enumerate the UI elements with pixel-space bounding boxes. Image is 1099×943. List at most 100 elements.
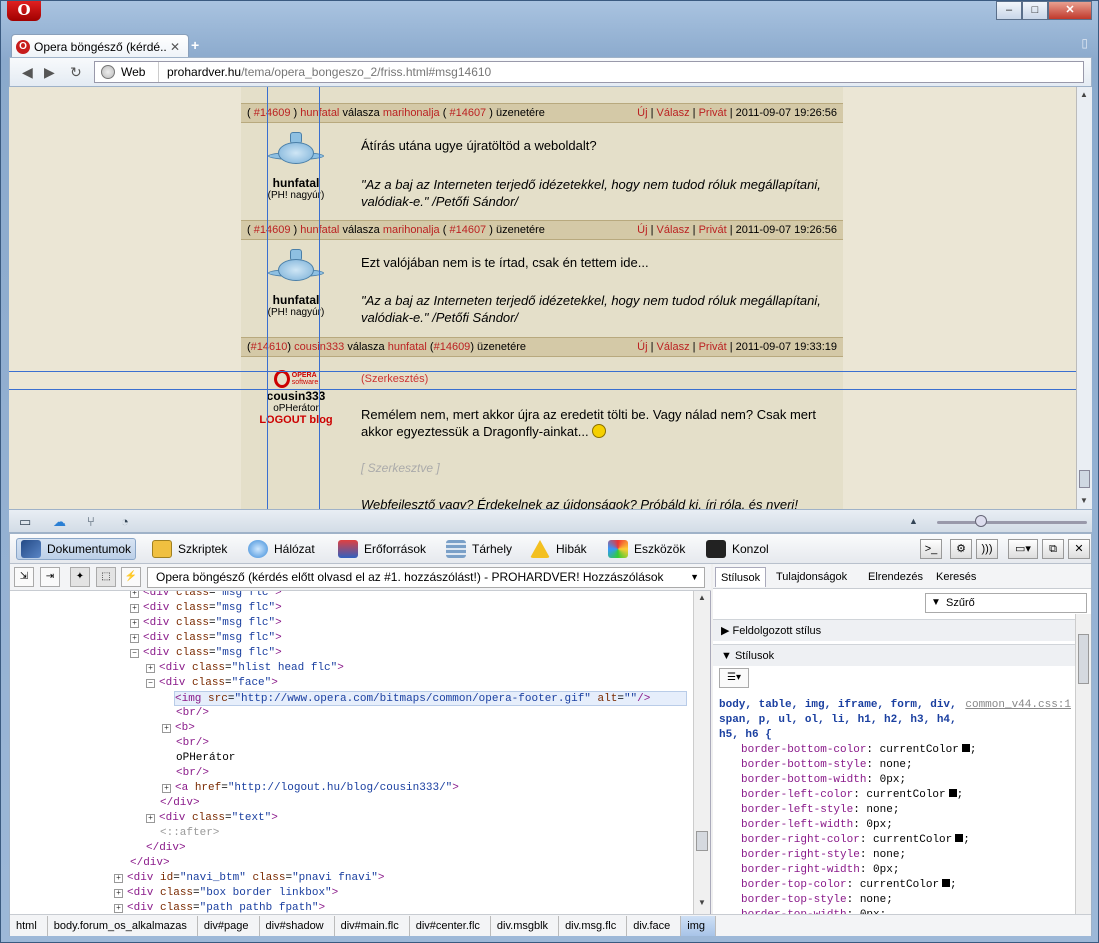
cloud-icon[interactable]: ☁ [53,514,66,530]
tab-properties[interactable]: Tulajdonságok [771,567,852,587]
styles-section[interactable]: ▼ Stílusok [713,644,1075,666]
author-name[interactable]: hunfatal [241,176,351,190]
tab-network[interactable]: Hálózat [244,538,319,560]
tab-utilities[interactable]: Eszközök [604,538,689,560]
minimize-button[interactable]: – [996,1,1022,20]
back-button[interactable]: ◀ [22,64,33,81]
scroll-thumb[interactable] [696,831,708,851]
breadcrumb-item[interactable]: div.face [627,915,682,936]
tab-documents[interactable]: Dokumentumok [16,538,137,560]
breadcrumb-item[interactable]: html [10,915,48,936]
maximize-button[interactable]: □ [1022,1,1048,20]
new-link[interactable]: Új [637,224,647,236]
remote-debug-icon[interactable]: ))) [976,539,998,559]
css-declaration[interactable]: border-bottom-color: currentColor; [719,743,1071,758]
dom-node[interactable]: <br/> [176,736,209,751]
tab-resources[interactable]: Erőforrások [334,538,430,560]
tab-console[interactable]: Konzol [702,538,773,560]
dom-node[interactable]: <br/> [176,766,209,781]
color-swatch-icon[interactable] [955,834,964,842]
dom-tree[interactable]: + <div class="msg flc"> + <div class="msg … [10,591,693,914]
breadcrumb-item[interactable]: div#page [198,915,260,936]
post-number-link[interactable]: #14610 [251,341,288,353]
dom-node[interactable]: + <div id="navi_btm" class="pnavi fnavi"> [114,871,385,886]
css-declaration[interactable]: border-left-width: 0px; [719,818,1071,833]
reply-target-link[interactable]: hunfatal [388,341,427,353]
private-link[interactable]: Privát [699,224,727,236]
reply-ref-link[interactable]: #14607 [449,224,486,236]
dom-node[interactable]: + <div class="path pathb fpath"> [114,901,325,914]
tab-scripts[interactable]: Szkriptek [148,538,231,560]
speed-icon[interactable]: ◔ [121,514,129,529]
author-name[interactable]: hunfatal [241,293,351,307]
settings-gear-icon[interactable]: ⚙ [950,539,972,559]
scroll-down-icon[interactable]: ▼ [1080,496,1088,505]
css-declaration[interactable]: border-bottom-width: 0px; [719,773,1071,788]
zoom-up-icon[interactable]: ▲ [909,516,918,526]
css-declaration[interactable]: border-right-width: 0px; [719,863,1071,878]
dom-pseudo-node[interactable]: <::after> [160,826,219,841]
scroll-thumb[interactable] [1078,634,1089,684]
new-link[interactable]: Új [637,341,647,353]
opera-menu-button[interactable]: O [7,1,41,21]
blog-link[interactable]: LOGOUT blog [241,414,351,426]
select-element-button[interactable]: ✦ [70,567,90,587]
css-declaration[interactable]: border-top-color: currentColor; [719,878,1071,893]
tab-close-icon[interactable]: ✕ [170,40,180,54]
scroll-up-icon[interactable]: ▲ [1080,90,1088,99]
css-declaration[interactable]: border-right-color: currentColor; [719,833,1071,848]
css-declaration[interactable]: border-right-style: none; [719,848,1071,863]
author-name[interactable]: cousin333 [241,389,351,403]
css-declaration[interactable]: border-top-style: none; [719,893,1071,908]
expand-all-button[interactable]: ⇲ [14,567,34,587]
reload-button[interactable]: ↻ [70,64,82,81]
private-link[interactable]: Privát [699,107,727,119]
new-link[interactable]: Új [637,107,647,119]
dom-node[interactable]: </div> [130,856,170,871]
reply-link[interactable]: Válasz [657,224,690,236]
dom-node[interactable]: </div> [146,841,186,856]
post-number-link[interactable]: #14609 [254,107,291,119]
url-text[interactable]: prohardver.hu/tema/opera_bongeszo_2/fris… [159,65,491,79]
new-tab-button[interactable]: + [191,37,199,53]
computed-style-section[interactable]: ▶ Feldolgozott stílus [713,619,1075,641]
tab-styles[interactable]: Stílusok [715,567,767,587]
tab-active[interactable]: O Opera böngésző (kérdé... ✕ [11,34,189,58]
close-devtools-button[interactable]: ✕ [1068,539,1090,559]
update-dom-button[interactable]: ⚡ [121,567,141,587]
breadcrumb-item[interactable]: img [681,915,717,936]
dom-node[interactable]: + <div class="msg flc"> [130,601,282,616]
reply-link[interactable]: Válasz [657,341,690,353]
css-source-link[interactable]: common_v44.css:1 [965,698,1071,713]
tab-errors[interactable]: Hibák [526,538,591,560]
plane-avatar-icon[interactable] [268,132,324,176]
breadcrumb-item[interactable]: div#main.flc [335,915,410,936]
css-declaration[interactable]: border-left-color: currentColor; [719,788,1071,803]
document-select[interactable]: Opera böngésző (kérdés előtt olvasd el a… [147,567,705,588]
css-declaration[interactable]: border-left-style: none; [719,803,1071,818]
dom-text-node[interactable]: oPHerátor [176,751,235,766]
dom-node[interactable]: </div> [160,796,200,811]
edit-link[interactable]: (Szerkesztés) [361,371,831,388]
forward-button[interactable]: ▶ [44,64,55,81]
css-declaration[interactable]: border-bottom-style: none; [719,758,1071,773]
share-icon[interactable]: ⑂ [87,514,95,529]
post-number-link[interactable]: #14609 [254,224,291,236]
color-swatch-icon[interactable] [948,789,957,797]
dom-node[interactable]: + <div class="msg flc"> [130,631,282,646]
reply-ref-link[interactable]: #14607 [449,107,486,119]
panel-toggle-icon[interactable]: ▭ [19,514,31,530]
trash-icon[interactable]: ▯ [1081,36,1088,50]
dom-node[interactable]: + <div class="msg flc"> [130,616,282,631]
dom-node[interactable]: + <div class="hlist head flc"> [146,661,344,676]
detach-button[interactable]: ⧉ [1042,539,1064,559]
console-toggle-button[interactable]: >_ [920,539,942,559]
breadcrumb-item[interactable]: div.msg.flc [559,915,628,936]
reply-ref-link[interactable]: #14609 [434,341,471,353]
breadcrumb-item[interactable]: div#shadow [260,915,335,936]
dom-node[interactable]: − <div class="face"> [146,676,278,691]
dom-node[interactable]: <br/> [176,706,209,721]
export-button[interactable]: ⇥ [40,567,60,587]
dom-node-selected[interactable]: <img src="http://www.opera.com/bitmaps/c… [174,691,687,706]
tab-layout[interactable]: Elrendezés [863,567,928,587]
